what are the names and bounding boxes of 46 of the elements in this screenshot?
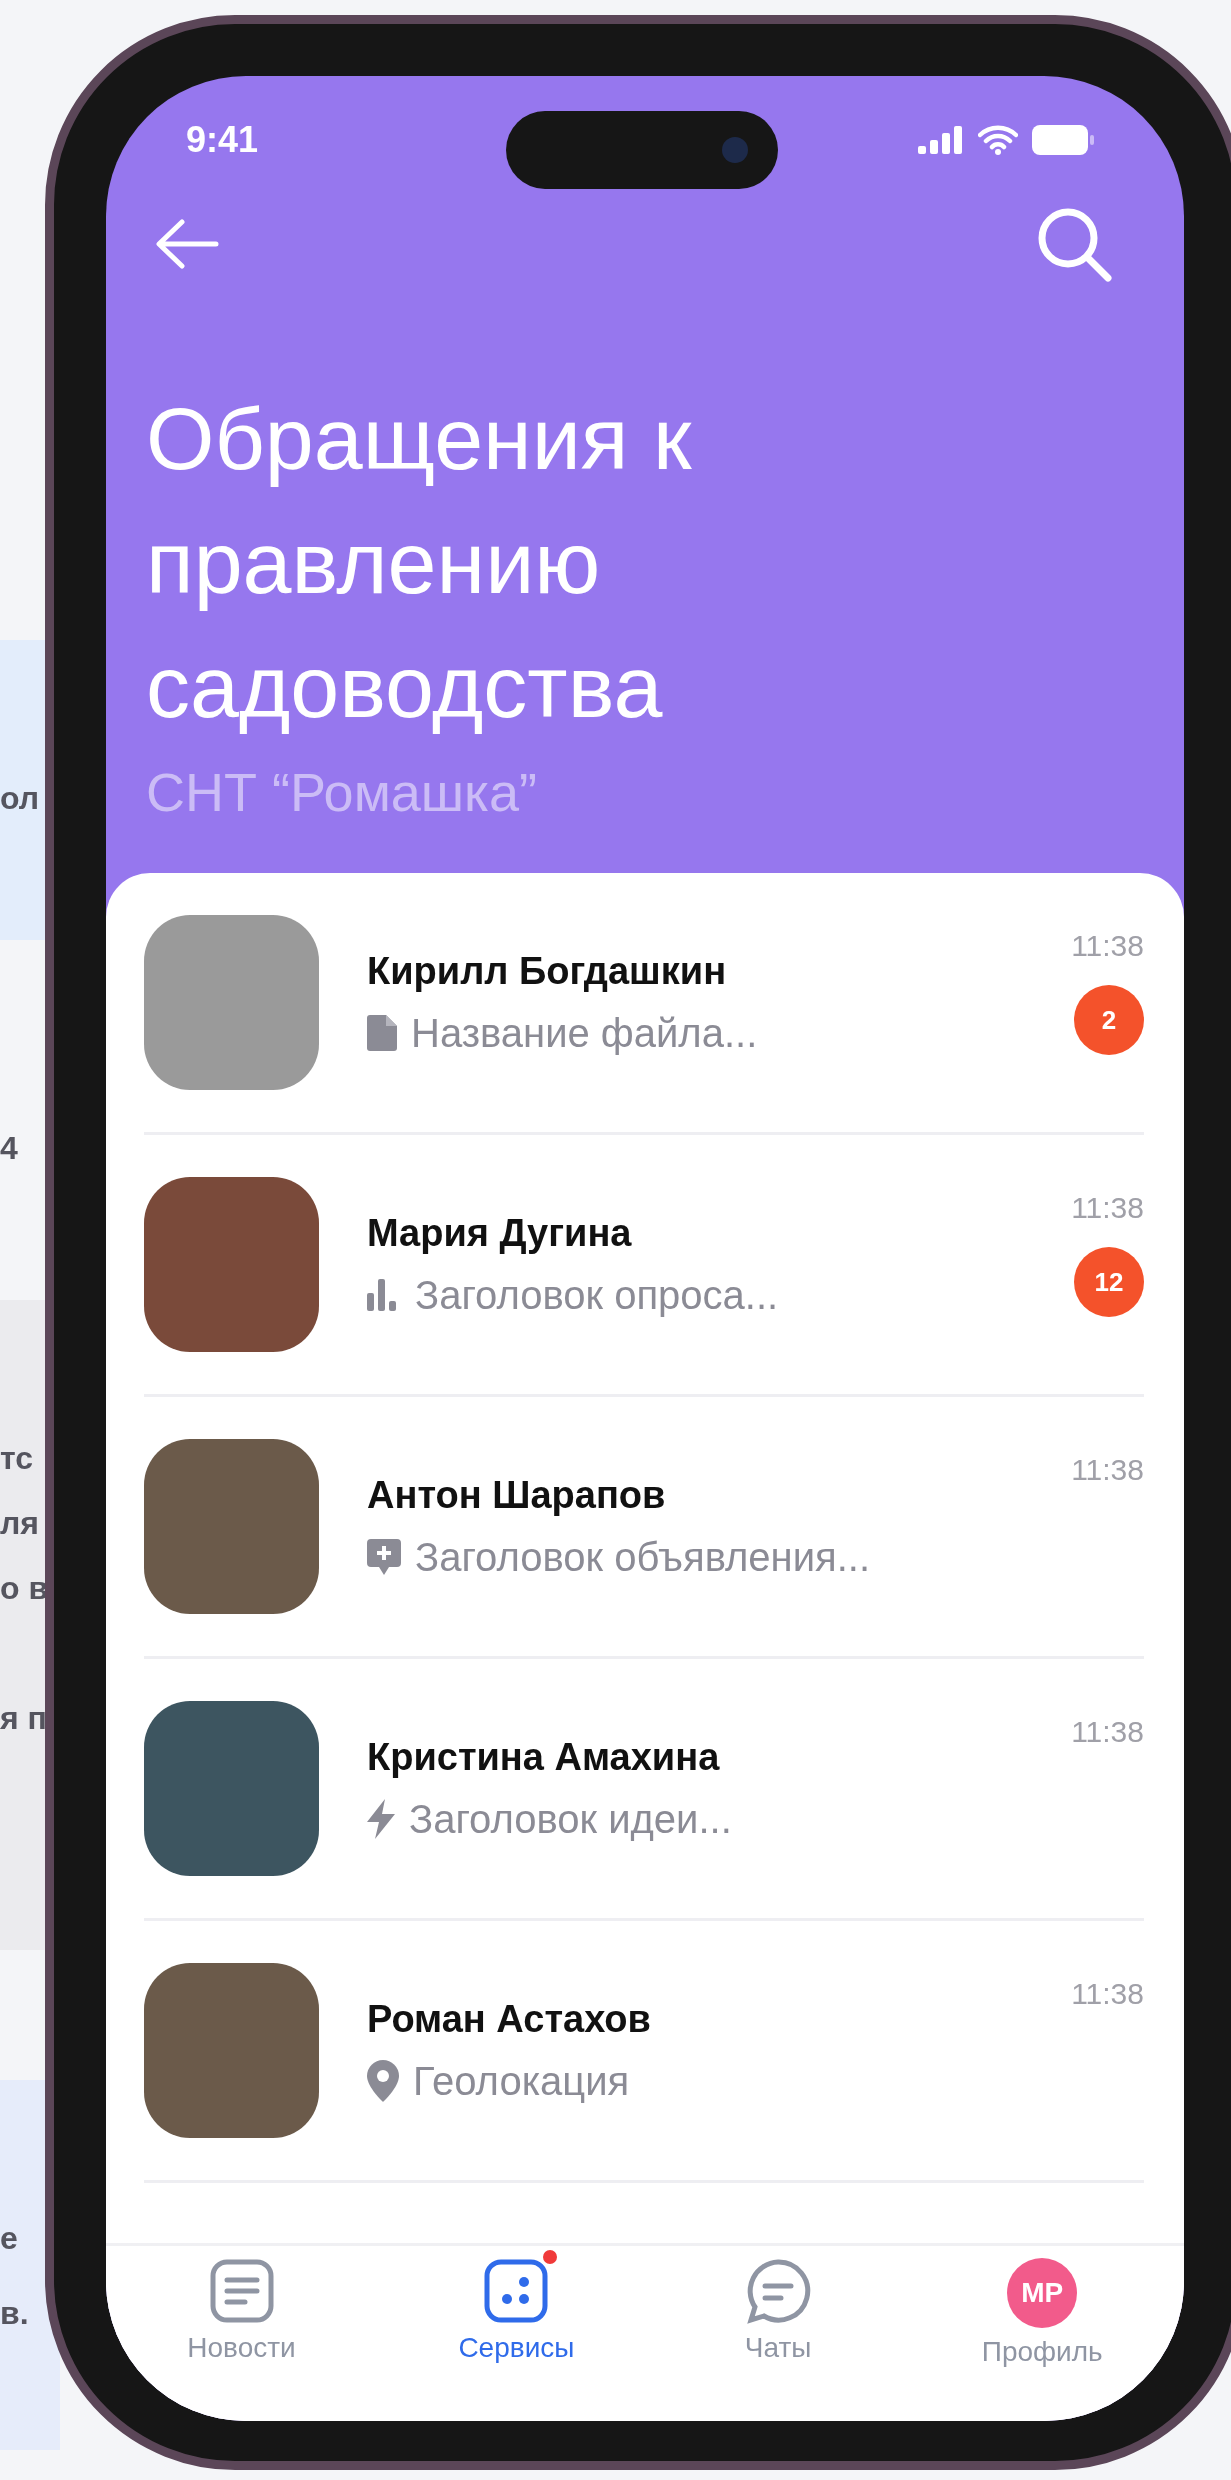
message-time: 11:38 [1071,1453,1144,1487]
lightning-icon [367,1799,395,1839]
battery-icon [1032,125,1094,155]
message-preview: Название файла... [411,1010,758,1056]
search-icon[interactable] [1036,206,1112,282]
message-preview: Заголовок идеи... [409,1796,732,1842]
message-preview: Заголовок объявления... [415,1534,871,1580]
nav-tab[interactable]: Сервисы [458,2250,575,2364]
chat-row[interactable]: Кристина Амахина Заголовок идеи... 11:38 [144,1659,1144,1921]
cut-off-text: тс [0,1440,34,1477]
chat-bubble-icon [745,2258,812,2324]
message-preview: Геолокация [413,2058,630,2104]
chat-row[interactable]: Кирилл Богдашкин Название файла... 11:38 2 [144,873,1144,1135]
message-time: 11:38 [1071,1715,1144,1749]
news-icon [208,2258,275,2324]
unread-count-badge: 2 [1074,985,1144,1055]
wifi-icon [978,125,1018,155]
cut-off-text: е [0,2220,18,2257]
cut-off-text: 4 [0,1130,18,1167]
back-arrow-icon[interactable] [154,219,220,269]
message-preview: Заголовок опроса... [415,1272,779,1318]
contact-name: Роман Астахов [367,1997,652,2041]
unread-count-badge: 12 [1074,1247,1144,1317]
contact-name: Кирилл Богдашкин [367,949,728,993]
chat-row[interactable]: Мария Дугина Заголовок опроса... 11:38 12 [144,1135,1144,1397]
chat-row[interactable]: Роман Астахов Геолокация 11:38 [144,1921,1144,2183]
contact-name: Кристина Амахина [367,1735,721,1779]
grid-dots-icon [483,2258,550,2324]
message-time: 11:38 [1071,1191,1144,1225]
cut-off-text: в. [0,2295,29,2332]
status-time: 9:41 [186,119,259,161]
contact-name: Мария Дугина [367,1211,633,1255]
signal-icon [918,126,964,154]
chat-row[interactable]: Антон Шарапов Заголовок объявления... 11:38 [144,1397,1144,1659]
message-plus-icon [367,1539,401,1575]
page-subtitle: СНТ “Ромашка” [146,761,538,823]
location-pin-icon [367,2060,399,2102]
message-time: 11:38 [1071,929,1144,963]
file-icon [367,1015,397,1051]
message-time: 11:38 [1071,1977,1144,2011]
cut-off-text: я п [0,1700,47,1737]
page-title: Обращения к правлению садоводства [146,388,693,738]
cut-off-text: ля [0,1505,39,1542]
profile-avatar: МР [1007,2258,1078,2328]
cut-off-text: ол [0,780,40,817]
contact-name: Антон Шарапов [367,1473,667,1517]
